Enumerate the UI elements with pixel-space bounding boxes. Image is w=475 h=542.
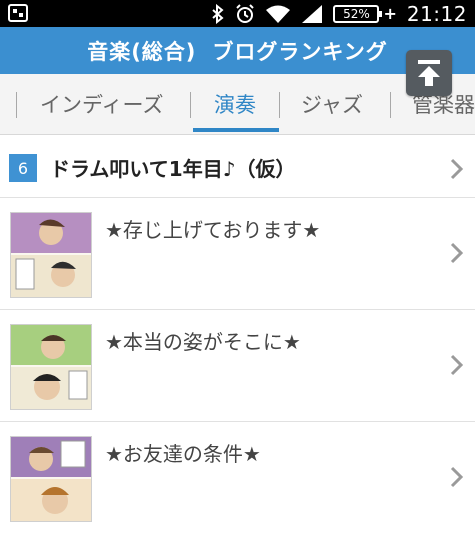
page-title-category: 音楽(総合) <box>87 39 197 64</box>
app-header: 音楽(総合) ブログランキング <box>0 27 475 74</box>
chevron-right-icon[interactable] <box>448 241 466 265</box>
scroll-to-top-button[interactable] <box>406 50 452 96</box>
arrow-up-to-top-icon <box>418 60 440 86</box>
signal-icon <box>302 4 323 23</box>
post-thumbnail[interactable] <box>10 436 92 522</box>
clock: 21:12 <box>406 1 467 26</box>
page-title: 音楽(総合) ブログランキング <box>87 36 388 66</box>
page-title-main: ブログランキング <box>212 39 388 64</box>
rank-badge: 6 <box>9 154 37 182</box>
alarm-icon <box>236 3 255 23</box>
tab-separator <box>279 92 280 118</box>
chevron-right-icon[interactable] <box>448 353 466 377</box>
battery-level: 52% <box>343 6 370 21</box>
post-thumbnail[interactable] <box>10 212 92 298</box>
tab-indies[interactable]: インディーズ <box>40 74 163 134</box>
wifi-icon <box>266 5 291 23</box>
category-tabs: インディーズ 演奏 ジャズ 管楽器 <box>0 74 475 135</box>
status-bar: 52% + 21:12 <box>0 0 475 27</box>
active-tab-indicator <box>193 128 279 132</box>
chevron-right-icon[interactable] <box>448 157 466 181</box>
post-title[interactable]: ★存じ上げております★ <box>105 214 320 243</box>
tab-performance[interactable]: 演奏 <box>214 74 256 134</box>
charging-icon: + <box>383 4 397 23</box>
post-title[interactable]: ★本当の姿がそこに★ <box>105 326 301 355</box>
tab-separator <box>190 92 191 118</box>
blog-title[interactable]: ドラム叩いて1年目♪（仮） <box>50 153 295 182</box>
battery-icon: 52% <box>333 4 383 23</box>
tab-separator <box>390 92 391 118</box>
post-title[interactable]: ★お友達の条件★ <box>105 438 261 467</box>
app-icon <box>8 4 28 22</box>
tab-jazz[interactable]: ジャズ <box>301 74 363 134</box>
chevron-right-icon[interactable] <box>448 465 466 489</box>
tab-separator <box>16 92 17 118</box>
post-thumbnail[interactable] <box>10 324 92 410</box>
bluetooth-icon <box>212 3 225 24</box>
